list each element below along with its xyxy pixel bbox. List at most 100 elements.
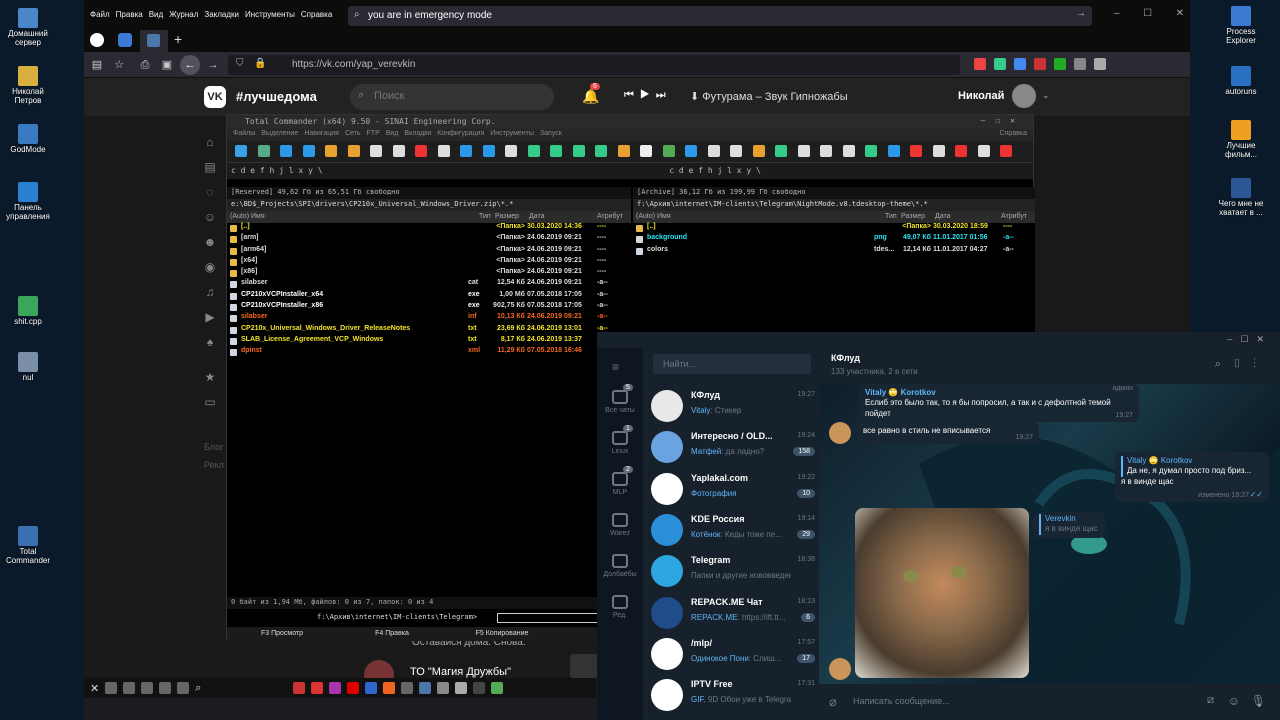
toolbar-button[interactable] <box>752 145 765 157</box>
hamburger-menu-icon[interactable]: ≡ <box>612 360 619 374</box>
tracking-shield-icon[interactable]: ⛉ <box>236 58 244 69</box>
favorites-icon[interactable]: ★ <box>202 365 218 390</box>
download-icon[interactable] <box>1014 58 1026 70</box>
desktop-icon[interactable]: Чего мне не хватает в ... <box>1213 178 1269 218</box>
app-icon[interactable] <box>419 682 432 694</box>
vk-post-title[interactable]: ТО "Магия Дружбы" <box>410 666 511 678</box>
commands-icon[interactable]: ⧄ <box>1207 694 1214 707</box>
toolbar-button[interactable] <box>730 145 742 157</box>
tc-menu-item[interactable]: Файлы <box>233 130 255 140</box>
toolbar-button[interactable] <box>617 145 630 157</box>
chat-list-item[interactable]: Интересно / OLD... 19:24 Матфей: да ладно?… <box>643 427 819 468</box>
tab-icon-1[interactable] <box>90 33 104 47</box>
folder-tab[interactable]: Ред. <box>597 595 643 619</box>
news-icon[interactable]: ▤ <box>202 155 218 180</box>
tc-left-panel[interactable]: [Reserved] 49,62 Гб из 65,51 Гб свободно… <box>227 187 631 595</box>
desktop-icon[interactable]: Домашний сервер <box>0 8 56 48</box>
player-controls[interactable]: ⏮▶⏭ <box>624 89 672 102</box>
toolbar-button[interactable] <box>235 145 247 157</box>
col-date[interactable]: Дата <box>935 213 951 220</box>
vk-username[interactable]: Николай <box>958 90 1004 102</box>
toolbar-button[interactable] <box>1000 145 1012 157</box>
screenshot-icon[interactable]: ▣ <box>160 58 174 72</box>
video-icon[interactable]: ▶ <box>202 305 218 330</box>
back-button[interactable]: ← <box>180 55 200 75</box>
bell-icon[interactable]: 🔔 <box>582 88 599 105</box>
file-row[interactable]: [x64] <Папка> 24.06.2019 09:21 ---- <box>227 257 631 268</box>
toolbar-button[interactable] <box>842 145 855 157</box>
tab-active[interactable] <box>140 30 168 52</box>
menu-icon[interactable] <box>1094 58 1106 70</box>
tc-menu-item[interactable]: Конфигурация <box>437 130 484 140</box>
tc-menu-item[interactable]: Сеть <box>345 130 361 140</box>
toolbar-button[interactable] <box>640 145 652 157</box>
forward-button[interactable]: → <box>206 58 220 72</box>
lock-icon[interactable]: 🔒 <box>254 58 266 69</box>
file-row[interactable]: [..] <Папка> 30.03.2020 14:36 ---- <box>227 223 631 234</box>
toolbar-button[interactable] <box>527 145 540 157</box>
file-row[interactable]: silabser inf 10,13 Кб 24.06.2019 09:21 -a-- <box>227 313 631 324</box>
maximize-button[interactable]: ☐ <box>1143 8 1152 19</box>
message-bubble[interactable]: Vitaly 🙄 Korotkov админ Еслиб это было т… <box>859 384 1139 422</box>
toolbar-button[interactable] <box>482 145 495 157</box>
col-attr[interactable]: Атрибут <box>1001 213 1027 220</box>
tc-menu-item[interactable]: FTP <box>367 130 380 140</box>
toolbar-button[interactable] <box>797 145 810 157</box>
app-icon[interactable] <box>455 682 468 694</box>
file-row[interactable]: colors tdes... 12,14 Кб 11.01.2017 04:27 -a-… <box>633 246 1035 257</box>
menu-view[interactable]: Вид <box>149 10 163 19</box>
toolbar-button[interactable] <box>415 145 427 157</box>
tc-right-path[interactable]: f:\Архив\internet\IM-clients\Telegram\Ni… <box>633 199 1035 211</box>
chat-list-item[interactable]: Telegram 18:38 Папки и другие нововведен..… <box>643 551 819 592</box>
file-row[interactable]: [arm64] <Папка> 24.06.2019 09:21 ---- <box>227 246 631 257</box>
chat-list-item[interactable]: КФлуд 19:27 Vitaly: Стикер <box>643 386 819 427</box>
f4-edit-button[interactable]: F4 Правка <box>337 627 447 641</box>
desktop-icon[interactable]: Лучшие фильм... <box>1213 120 1269 160</box>
desktop-icon[interactable]: Николай Петров <box>0 66 56 106</box>
adblock-icon[interactable] <box>1034 58 1046 70</box>
friends-icon[interactable]: ☺ <box>202 205 218 230</box>
messages-icon[interactable]: ◌ <box>202 180 218 205</box>
chat-list-item[interactable]: KDE Россия 19:14 Котёнок: Кеды тоже пе... 2… <box>643 510 819 551</box>
ext-icon[interactable] <box>974 58 986 70</box>
toolbar-button[interactable] <box>707 145 720 157</box>
col-attr[interactable]: Атрибут <box>597 213 623 220</box>
col-date[interactable]: Дата <box>529 213 545 220</box>
menu-edit[interactable]: Правка <box>116 10 143 19</box>
app-icon[interactable] <box>383 682 396 694</box>
tc-cmd-input[interactable] <box>497 613 607 623</box>
vk-ads-link[interactable]: Рекл <box>204 460 224 470</box>
message-input[interactable]: Написать сообщение... <box>853 696 950 706</box>
tool-icon[interactable] <box>159 682 172 694</box>
toolbar-button[interactable] <box>302 145 315 157</box>
toolbar-button[interactable] <box>505 145 517 157</box>
tab-icon-2[interactable] <box>118 33 132 47</box>
tc-left-path[interactable]: e:\BD$_Projects\SPI\drivers\CP210x_Unive… <box>227 199 631 211</box>
toolbar-button[interactable] <box>392 145 405 157</box>
search-icon[interactable]: ⌕ <box>195 682 201 695</box>
tc-menu-item[interactable]: Вид <box>386 130 399 140</box>
minimize-button[interactable]: – <box>1114 8 1120 19</box>
tc-menu-item[interactable]: Инструменты <box>490 130 534 140</box>
file-row[interactable]: background png 49,07 Кб 11.01.2017 01:56 -a-… <box>633 234 1035 245</box>
ext-icon[interactable] <box>994 58 1006 70</box>
print-icon[interactable]: ⎙ <box>138 58 152 72</box>
message-bubble[interactable]: все равно в стиль не вписывается 19:27 <box>857 422 1039 444</box>
home-icon[interactable]: ⌂ <box>202 130 218 155</box>
menu-file[interactable]: Файл <box>90 10 110 19</box>
folder-tab[interactable]: 2 MLP <box>597 466 643 496</box>
col-type[interactable]: Тип <box>885 213 897 220</box>
search-icon[interactable]: ⌕ <box>1215 358 1233 370</box>
menu-bookmarks[interactable]: Закладки <box>204 10 239 19</box>
toolbar-button[interactable] <box>460 145 472 157</box>
app-icon[interactable] <box>401 682 414 694</box>
avatar[interactable] <box>1012 84 1036 108</box>
toolbar-button[interactable] <box>572 145 585 157</box>
groups-icon[interactable]: ☻ <box>202 230 218 255</box>
emoji-icon[interactable]: ☺ <box>1228 694 1240 708</box>
sender-avatar[interactable] <box>829 422 851 444</box>
tg-window-controls[interactable]: –☐✕ <box>1227 334 1272 345</box>
tc-window-controls[interactable]: –☐✕ <box>981 116 1025 125</box>
tool-icon[interactable] <box>105 682 118 694</box>
tc-menu-item[interactable]: Вкладки <box>404 130 431 140</box>
